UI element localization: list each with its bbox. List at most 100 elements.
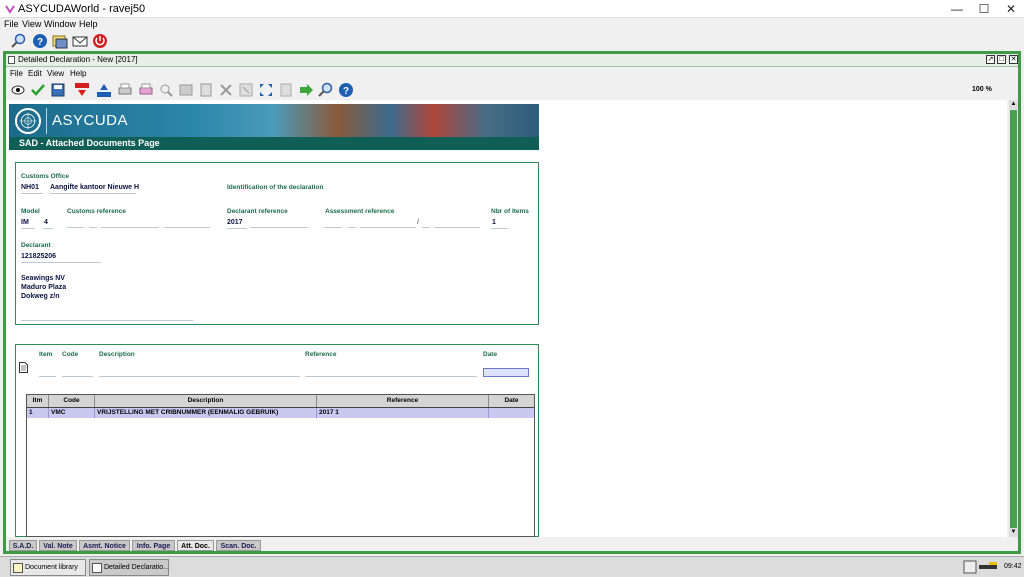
frame-help-icon[interactable]: ? xyxy=(338,82,354,98)
column-header-code[interactable]: Code xyxy=(49,395,95,407)
customs-office-code[interactable]: NH01 xyxy=(21,184,39,191)
taskbar: Document library Detailed Declaratio... … xyxy=(0,556,1024,577)
document-library-icon xyxy=(13,563,23,573)
item-input[interactable] xyxy=(39,369,56,377)
assessment-reference-field-4[interactable] xyxy=(422,220,430,228)
vertical-scrollbar[interactable]: ▲ ▼ xyxy=(1009,100,1018,537)
frame-menu-view[interactable]: View xyxy=(47,69,64,78)
frame-menu-file[interactable]: File xyxy=(10,69,23,78)
column-header-description[interactable]: Description xyxy=(95,395,317,407)
maximize-button[interactable]: ☐ xyxy=(971,0,997,18)
tab-info-page[interactable]: Info. Page xyxy=(132,540,175,551)
view-icon[interactable] xyxy=(10,82,26,98)
banner-separator xyxy=(46,108,47,134)
edit-icon[interactable] xyxy=(178,82,194,98)
declarant-label: Declarant xyxy=(21,242,51,249)
minimize-button[interactable]: — xyxy=(944,0,970,18)
column-header-date[interactable]: Date xyxy=(489,395,534,407)
detailed-declaration-frame: Detailed Declaration - New [2017] ↗ □ ✕ … xyxy=(3,51,1021,554)
column-header-itm[interactable]: Itm xyxy=(27,395,49,407)
frame-restore-icon[interactable]: ↗ xyxy=(986,55,995,64)
declarant-code[interactable]: 121825206 xyxy=(21,253,56,260)
window-title-bar: ASYCUDAWorld - ravej50 — ☐ ✕ xyxy=(0,0,1024,18)
tab-sad[interactable]: S.A.D. xyxy=(9,540,37,551)
main-menu-bar: File View Window Help xyxy=(0,18,1024,31)
scroll-up-icon[interactable]: ▲ xyxy=(1009,100,1018,109)
save-icon[interactable] xyxy=(50,82,66,98)
download-xml-icon[interactable] xyxy=(74,82,90,98)
model-field-1[interactable]: IM xyxy=(21,219,29,226)
table-row[interactable]: 1 VMC VRIJSTELLING MET CRIBNUMMER (EENMA… xyxy=(27,408,534,418)
scroll-down-icon[interactable]: ▼ xyxy=(1009,528,1018,537)
close-button[interactable]: ✕ xyxy=(998,0,1024,18)
tab-val-note[interactable]: Val. Note xyxy=(39,540,77,551)
next-arrow-icon[interactable] xyxy=(298,82,314,98)
declarant-name-line-1: Seawings NV xyxy=(21,275,65,282)
nbr-items-value[interactable]: 1 xyxy=(492,219,496,226)
document-library-icon[interactable] xyxy=(52,33,68,49)
customs-reference-field-4[interactable] xyxy=(164,220,210,228)
app-icon xyxy=(5,5,15,14)
customs-reference-field-2[interactable] xyxy=(89,220,97,228)
customs-office-name: Aangifte kantoor Nieuwe H xyxy=(50,184,140,191)
page-title: SAD - Attached Documents Page xyxy=(9,137,539,150)
delete-icon[interactable] xyxy=(218,82,234,98)
asycuda-banner: ASYCUDA xyxy=(9,104,539,137)
code-input[interactable] xyxy=(62,369,93,377)
attached-documents-table: Itm Code Description Reference Date 1 VM… xyxy=(26,394,535,537)
declarant-reference-year[interactable]: 2017 xyxy=(227,219,243,226)
print-preview-icon[interactable] xyxy=(138,82,154,98)
zoom-icon[interactable] xyxy=(318,82,334,98)
frame-menu-help[interactable]: Help xyxy=(70,69,86,78)
expand-icon[interactable] xyxy=(258,82,274,98)
date-input[interactable] xyxy=(483,368,529,377)
assessment-reference-field-3[interactable] xyxy=(360,220,416,228)
description-input[interactable] xyxy=(99,369,300,377)
task-document-library[interactable]: Document library xyxy=(10,559,86,576)
customs-office-label: Customs Office xyxy=(21,173,70,180)
assessment-reference-field-1[interactable] xyxy=(324,220,342,228)
power-icon[interactable] xyxy=(92,33,108,49)
customs-reference-field-1[interactable] xyxy=(67,220,84,228)
search-icon[interactable] xyxy=(11,33,27,49)
menu-window[interactable]: Window xyxy=(44,19,76,29)
declarant-reference-label: Declarant reference xyxy=(227,208,288,215)
tab-asmt-notice[interactable]: Asmt. Notice xyxy=(79,540,130,551)
frame-toolbar: ? 100 % xyxy=(6,80,1018,100)
window-title: ASYCUDAWorld - ravej50 xyxy=(18,3,146,15)
frame-maximize-icon[interactable]: □ xyxy=(997,55,1006,64)
scroll-thumb[interactable] xyxy=(1010,110,1017,530)
task-detailed-declaration[interactable]: Detailed Declaratio... xyxy=(89,559,169,576)
declaration-icon xyxy=(92,563,102,573)
menu-help[interactable]: Help xyxy=(79,19,98,29)
column-header-reference[interactable]: Reference xyxy=(317,395,489,407)
assessment-reference-field-5[interactable] xyxy=(434,220,480,228)
remove-icon[interactable] xyxy=(238,82,254,98)
frame-close-icon[interactable]: ✕ xyxy=(1009,55,1018,64)
cell-code: VMC xyxy=(49,408,95,418)
attach-icon[interactable] xyxy=(278,82,294,98)
model-field-2[interactable]: 4 xyxy=(44,219,48,226)
menu-view[interactable]: View xyxy=(22,19,41,29)
mail-icon[interactable] xyxy=(72,33,88,49)
reference-label: Reference xyxy=(305,351,337,358)
tab-att-doc[interactable]: Att. Doc. xyxy=(177,540,214,551)
tab-scan-doc[interactable]: Scan. Doc. xyxy=(216,540,261,551)
assessment-reference-field-2[interactable] xyxy=(348,220,356,228)
description-label: Description xyxy=(99,351,135,358)
find-icon[interactable] xyxy=(158,82,174,98)
document-icon[interactable] xyxy=(19,362,28,373)
customs-reference-field-3[interactable] xyxy=(101,220,159,228)
document-icon[interactable] xyxy=(198,82,214,98)
verify-check-icon[interactable] xyxy=(30,82,46,98)
upload-xml-icon[interactable] xyxy=(96,82,112,98)
print-icon[interactable] xyxy=(117,82,133,98)
declarant-reference-number[interactable] xyxy=(250,220,308,228)
menu-file[interactable]: File xyxy=(4,19,19,29)
system-tray-icon[interactable] xyxy=(963,560,999,574)
help-icon[interactable]: ? xyxy=(32,33,48,49)
reference-input[interactable] xyxy=(305,369,477,377)
assessment-reference-label: Assessment reference xyxy=(325,208,395,215)
frame-menu-edit[interactable]: Edit xyxy=(28,69,42,78)
item-label: Item xyxy=(39,351,53,358)
